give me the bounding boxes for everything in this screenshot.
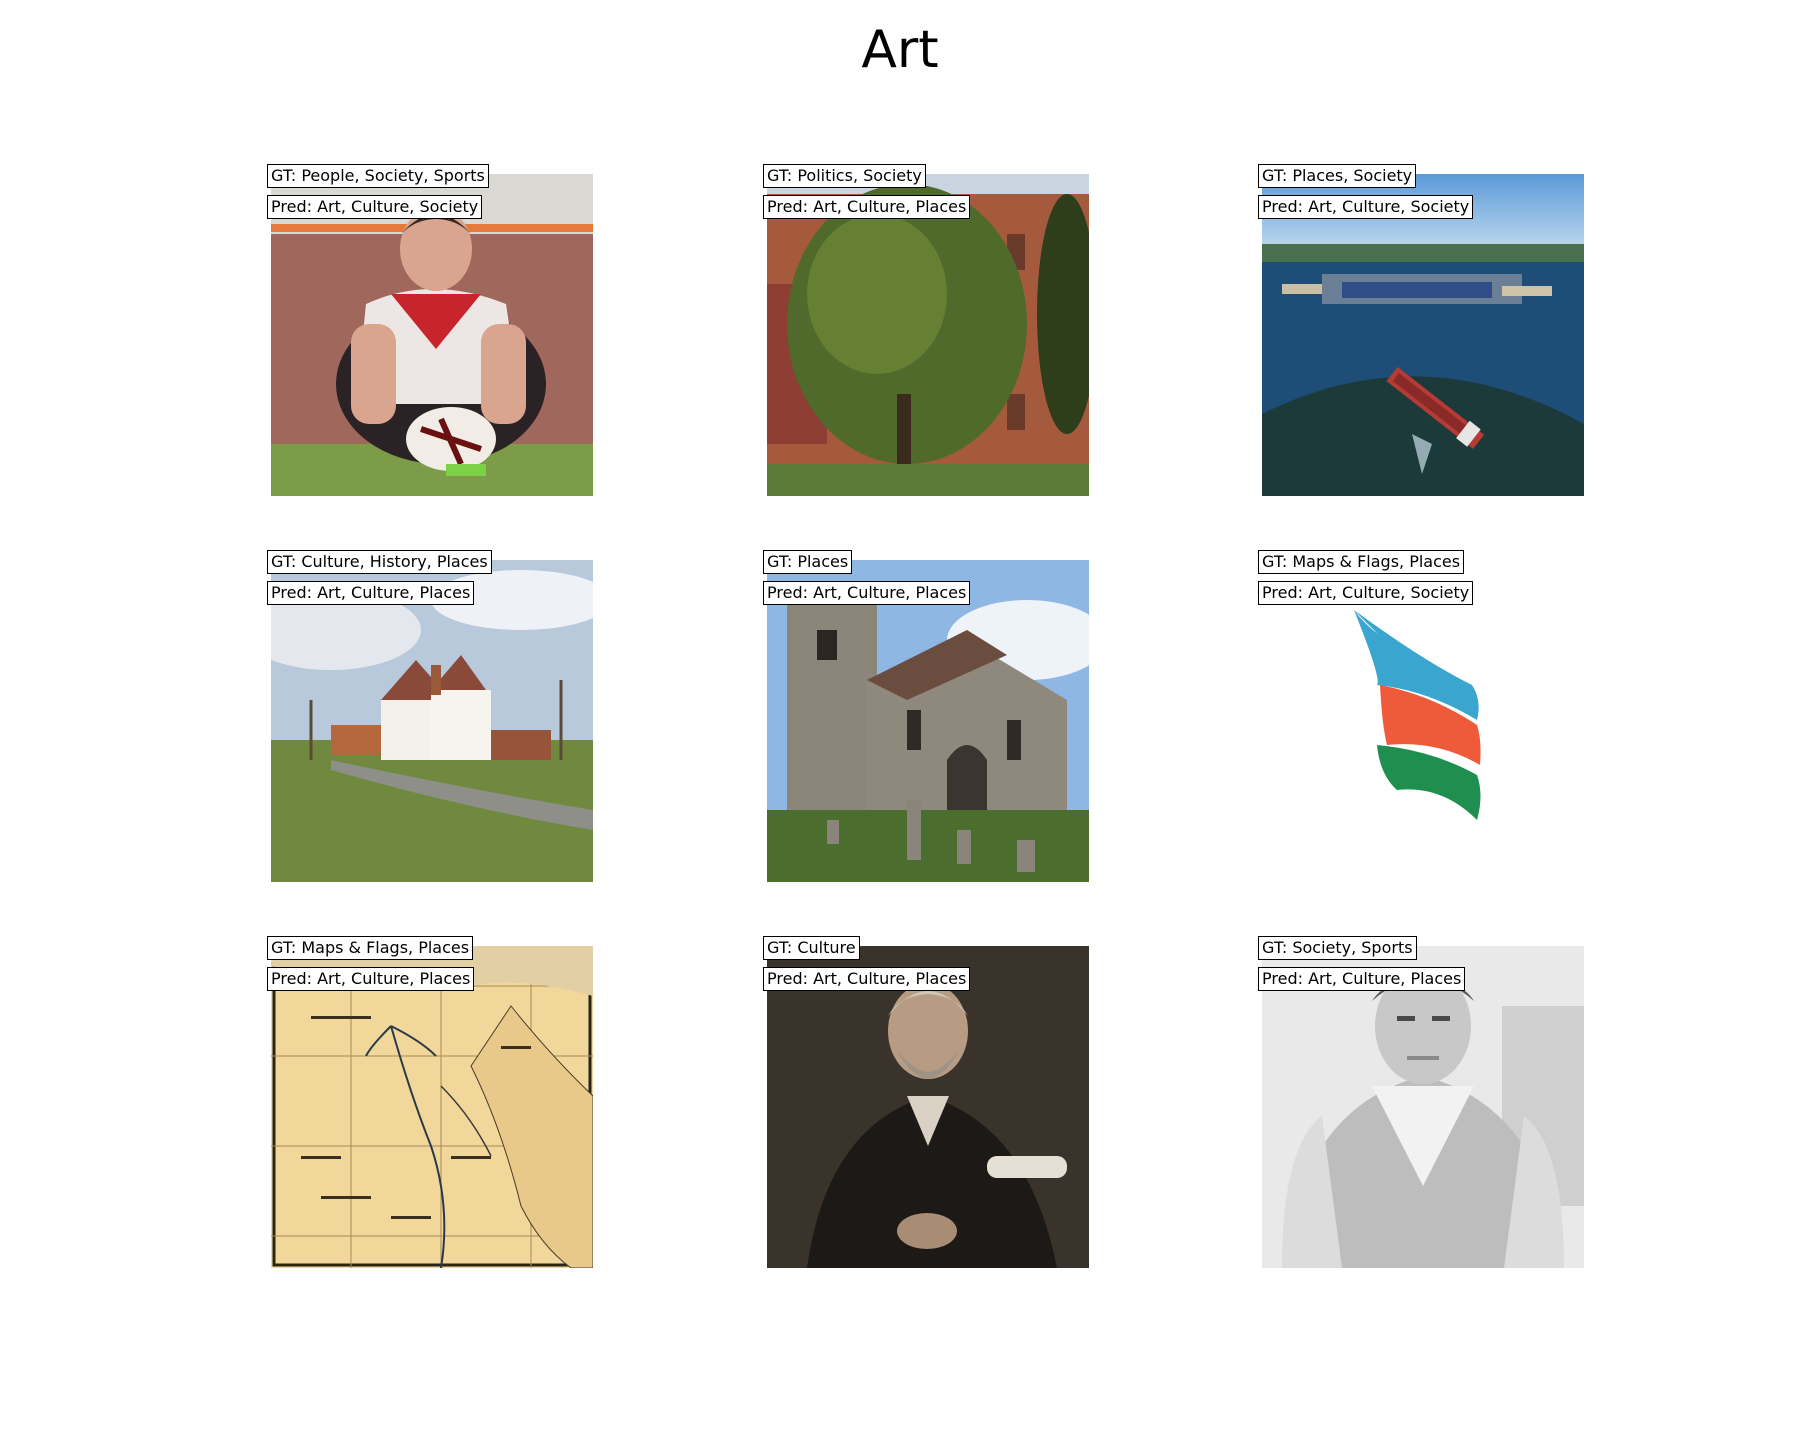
pred-prefix: Pred:: [271, 969, 312, 988]
gt-label: GT: Places: [763, 550, 853, 574]
gt-prefix: GT:: [767, 938, 793, 957]
man-in-sweater-bw-photo: [1262, 946, 1584, 1268]
gt-value: Politics, Society: [797, 166, 922, 185]
gt-prefix: GT:: [767, 552, 793, 571]
brick-building-with-tree-photo: [767, 174, 1089, 496]
old-egypt-map: [271, 946, 593, 1268]
gt-label: GT: Society, Sports: [1258, 936, 1417, 960]
pred-prefix: Pred:: [1262, 969, 1303, 988]
panel-rugby: GT: People, Society, Sports Pred: Art, C…: [267, 164, 593, 496]
pred-prefix: Pred:: [271, 197, 312, 216]
pred-value: Art, Culture, Places: [1308, 969, 1462, 988]
pred-prefix: Pred:: [1262, 197, 1303, 216]
panel-church: GT: Places Pred: Art, Culture, Places: [763, 550, 1089, 882]
pred-value: Art, Culture, Society: [317, 197, 479, 216]
gt-prefix: GT:: [271, 938, 297, 957]
gt-label: GT: Politics, Society: [763, 164, 926, 188]
panel-map: GT: Maps & Flags, Places Pred: Art, Cult…: [267, 936, 593, 1268]
stone-church-graveyard-photo: [767, 560, 1089, 882]
pred-label: Pred: Art, Culture, Society: [267, 195, 483, 219]
pred-label: Pred: Art, Culture, Places: [1258, 967, 1466, 991]
pred-label: Pred: Art, Culture, Places: [763, 195, 971, 219]
gt-prefix: GT:: [271, 166, 297, 185]
gt-value: Culture: [797, 938, 856, 957]
gt-label: GT: Maps & Flags, Places: [1258, 550, 1465, 574]
gt-prefix: GT:: [271, 552, 297, 571]
gt-value: Culture, History, Places: [301, 552, 488, 571]
gt-prefix: GT:: [1262, 552, 1288, 571]
panel-portrait: GT: Culture Pred: Art, Culture, Places: [763, 936, 1089, 1268]
pred-value: Art, Culture, Places: [813, 197, 967, 216]
panel-sweater-man: GT: Society, Sports Pred: Art, Culture, …: [1258, 936, 1584, 1268]
panel-aerial-port: GT: Places, Society Pred: Art, Culture, …: [1258, 164, 1584, 496]
gt-label: GT: People, Society, Sports: [267, 164, 489, 188]
pred-label: Pred: Art, Culture, Places: [763, 581, 971, 605]
panel-flame-logo: GT: Maps & Flags, Places Pred: Art, Cult…: [1258, 550, 1584, 882]
gt-label: GT: Places, Society: [1258, 164, 1417, 188]
gt-label: GT: Culture: [763, 936, 860, 960]
pred-value: Art, Culture, Society: [1308, 583, 1470, 602]
gt-value: Places, Society: [1292, 166, 1413, 185]
pred-prefix: Pred:: [767, 969, 808, 988]
gt-value: People, Society, Sports: [301, 166, 485, 185]
pred-label: Pred: Art, Culture, Places: [267, 581, 475, 605]
gt-prefix: GT:: [767, 166, 793, 185]
pred-prefix: Pred:: [767, 583, 808, 602]
pred-label: Pred: Art, Culture, Places: [267, 967, 475, 991]
pred-label: Pred: Art, Culture, Places: [763, 967, 971, 991]
rugby-player-photo: [271, 174, 593, 496]
pred-prefix: Pred:: [271, 583, 312, 602]
flame-logo-blue-orange-green: [1262, 560, 1584, 882]
pred-prefix: Pred:: [767, 197, 808, 216]
aerial-port-and-ship-photo: [1262, 174, 1584, 496]
gt-prefix: GT:: [1262, 938, 1288, 957]
panel-village: GT: Culture, History, Places Pred: Art, …: [267, 550, 593, 882]
village-white-house-photo: [271, 560, 593, 882]
pred-label: Pred: Art, Culture, Society: [1258, 581, 1474, 605]
pred-prefix: Pred:: [1262, 583, 1303, 602]
pred-value: Art, Culture, Places: [317, 583, 471, 602]
gt-value: Society, Sports: [1292, 938, 1413, 957]
panel-brick-building: GT: Politics, Society Pred: Art, Culture…: [763, 164, 1089, 496]
gt-value: Maps & Flags, Places: [301, 938, 470, 957]
pred-value: Art, Culture, Places: [813, 583, 967, 602]
pred-value: Art, Culture, Places: [317, 969, 471, 988]
bearded-man-sepia-portrait: [767, 946, 1089, 1268]
gt-value: Maps & Flags, Places: [1292, 552, 1461, 571]
pred-label: Pred: Art, Culture, Society: [1258, 195, 1474, 219]
pred-value: Art, Culture, Places: [813, 969, 967, 988]
gt-prefix: GT:: [1262, 166, 1288, 185]
figure-title: Art: [861, 20, 939, 80]
gt-label: GT: Maps & Flags, Places: [267, 936, 474, 960]
gt-label: GT: Culture, History, Places: [267, 550, 492, 574]
gt-value: Places: [797, 552, 849, 571]
pred-value: Art, Culture, Society: [1308, 197, 1470, 216]
